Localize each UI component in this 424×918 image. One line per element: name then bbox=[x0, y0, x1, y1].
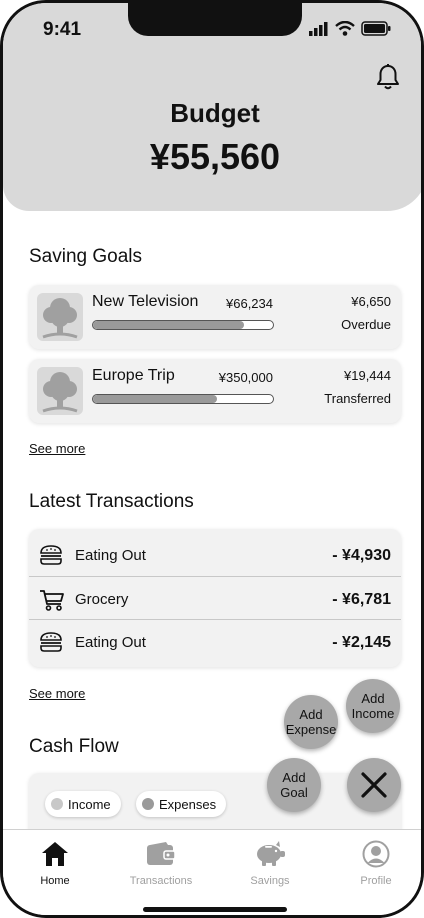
goal-status: Overdue bbox=[341, 317, 391, 332]
goal-name: Europe Trip bbox=[92, 367, 175, 384]
goal-card[interactable]: New Television ¥66,234 ¥6,650 Overdue bbox=[29, 285, 401, 349]
cart-icon bbox=[39, 589, 65, 616]
wallet-icon bbox=[111, 838, 211, 870]
notification-bell-icon[interactable] bbox=[375, 63, 401, 96]
fab-label: Add bbox=[299, 707, 323, 722]
page-title: Budget bbox=[170, 98, 260, 128]
phone-frame: 9:41 Budget ¥55,560 Saving Goals New Tel… bbox=[0, 0, 424, 918]
transaction-row[interactable]: Eating Out - ¥4,930 bbox=[29, 533, 401, 577]
add-expense-button[interactable]: Add Expense bbox=[284, 695, 338, 749]
fab-label: Add bbox=[361, 691, 385, 706]
transactions-list: Eating Out - ¥4,930 Grocery - ¥6,781 Eat… bbox=[29, 529, 401, 667]
goal-name: New Television bbox=[92, 293, 199, 310]
transaction-label: Grocery bbox=[75, 591, 129, 608]
transaction-label: Eating Out bbox=[75, 547, 146, 564]
fab-label: Goal bbox=[280, 785, 308, 800]
fab-label: Income bbox=[351, 706, 395, 721]
latest-transactions-title: Latest Transactions bbox=[29, 491, 194, 512]
burger-icon bbox=[39, 632, 63, 657]
legend-chip-income[interactable]: Income bbox=[45, 791, 121, 817]
goal-progress-fill bbox=[93, 395, 218, 403]
transaction-amount: - ¥4,930 bbox=[332, 547, 391, 564]
goal-progress-bar bbox=[92, 394, 274, 404]
fab-label: Add bbox=[282, 770, 306, 785]
close-fab-button[interactable] bbox=[347, 758, 401, 812]
add-income-button[interactable]: Add Income bbox=[346, 679, 400, 733]
goal-progress-fill bbox=[93, 321, 245, 329]
tree-icon bbox=[37, 367, 83, 415]
battery-icon bbox=[361, 21, 391, 36]
goal-card[interactable]: Europe Trip ¥350,000 ¥19,444 Transferred bbox=[29, 359, 401, 423]
tab-label: Home bbox=[40, 875, 70, 887]
legend-dot-expenses bbox=[142, 798, 154, 810]
home-indicator bbox=[143, 907, 287, 912]
profile-icon bbox=[326, 838, 421, 870]
legend-label: Expenses bbox=[159, 796, 217, 812]
cash-flow-title: Cash Flow bbox=[29, 736, 119, 757]
signal-icon bbox=[309, 21, 328, 36]
transaction-row[interactable]: Eating Out - ¥2,145 bbox=[29, 619, 401, 663]
tab-label: Transactions bbox=[129, 875, 193, 887]
see-more-goals-link[interactable]: See more bbox=[29, 441, 85, 456]
tab-bar: Home Transactions Savings Profile bbox=[3, 829, 421, 915]
wifi-icon bbox=[335, 21, 355, 36]
legend-dot-income bbox=[51, 798, 63, 810]
transaction-row[interactable]: Grocery - ¥6,781 bbox=[29, 576, 401, 620]
piggy-bank-icon bbox=[220, 838, 320, 870]
goal-target: ¥350,000 bbox=[218, 370, 273, 385]
tab-savings[interactable]: Savings bbox=[220, 838, 320, 887]
legend-label: Income bbox=[68, 796, 111, 812]
goal-status: Transferred bbox=[324, 391, 391, 406]
home-icon bbox=[5, 838, 105, 870]
budget-amount: ¥55,560 bbox=[149, 136, 281, 177]
status-time: 9:41 bbox=[43, 19, 82, 40]
transaction-amount: - ¥6,781 bbox=[332, 591, 391, 608]
legend-chip-expenses[interactable]: Expenses bbox=[136, 791, 227, 817]
tab-home[interactable]: Home bbox=[5, 838, 105, 887]
see-more-transactions-link[interactable]: See more bbox=[29, 686, 85, 701]
tree-icon bbox=[37, 293, 83, 341]
close-icon bbox=[361, 772, 387, 798]
goal-saved-amount: ¥6,650 bbox=[351, 294, 391, 309]
add-goal-button[interactable]: Add Goal bbox=[267, 758, 321, 812]
tab-label: Profile bbox=[360, 875, 392, 887]
tab-transactions[interactable]: Transactions bbox=[111, 838, 211, 887]
tab-label: Savings bbox=[250, 875, 290, 887]
saving-goals-title: Saving Goals bbox=[29, 246, 143, 267]
burger-icon bbox=[39, 545, 63, 570]
transaction-amount: - ¥2,145 bbox=[332, 634, 391, 651]
status-icons bbox=[309, 21, 391, 36]
notch bbox=[128, 3, 302, 36]
goal-saved-amount: ¥19,444 bbox=[344, 368, 391, 383]
goal-target: ¥66,234 bbox=[226, 296, 273, 311]
goal-progress-bar bbox=[92, 320, 274, 330]
fab-label: Expense bbox=[285, 722, 337, 737]
transaction-label: Eating Out bbox=[75, 634, 146, 651]
tab-profile[interactable]: Profile bbox=[326, 838, 421, 887]
